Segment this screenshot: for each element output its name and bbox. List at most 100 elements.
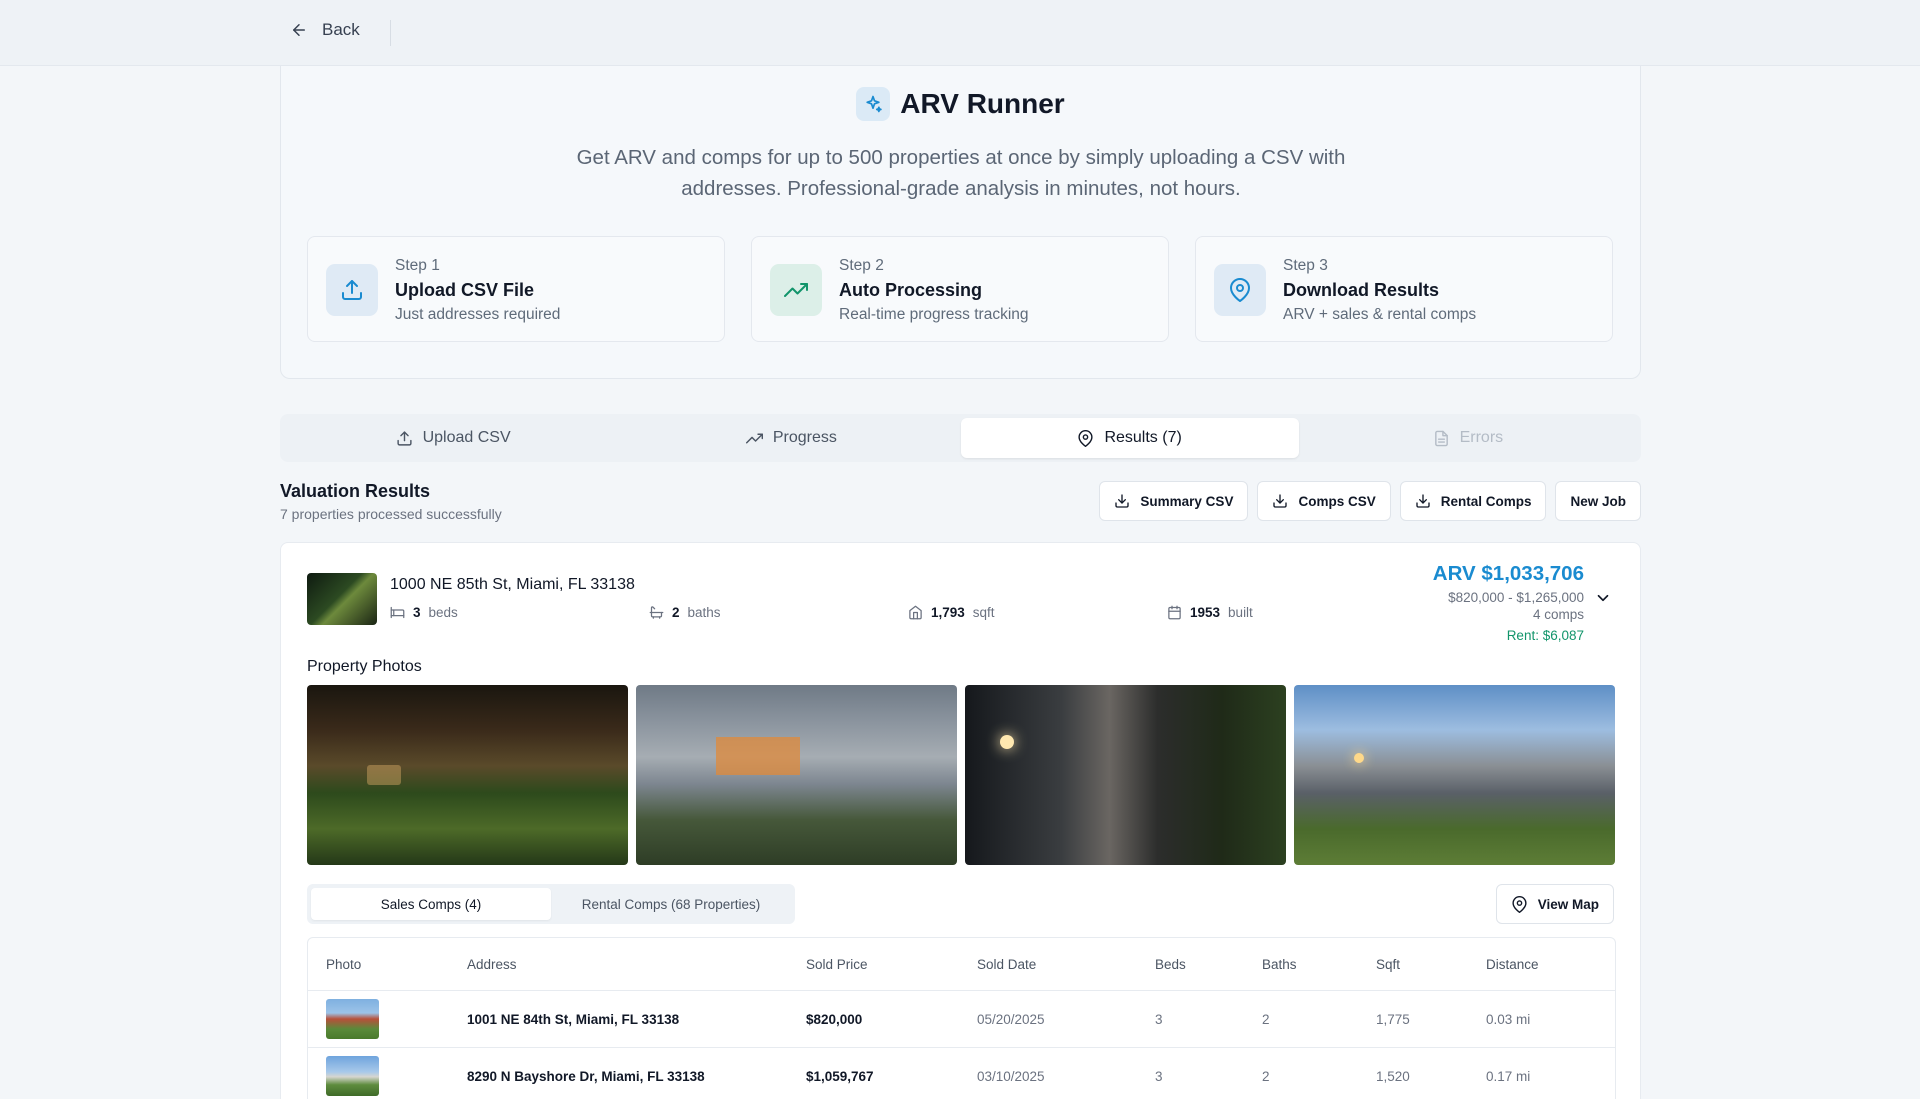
- property-photo[interactable]: [1294, 685, 1615, 865]
- comp-thumbnail: [326, 999, 379, 1039]
- upload-icon: [326, 264, 378, 316]
- step-upload: Step 1 Upload CSV File Just addresses re…: [307, 236, 725, 342]
- property-address: 1000 NE 85th St, Miami, FL 33138: [390, 576, 635, 593]
- upload-icon: [397, 430, 412, 446]
- tab-sales-comps[interactable]: Sales Comps (4): [311, 888, 551, 920]
- baths-label: baths: [687, 605, 721, 620]
- header-sqft: Sqft: [1376, 956, 1401, 972]
- header-beds: Beds: [1155, 956, 1186, 972]
- beds-label: beds: [428, 605, 458, 620]
- tab-errors[interactable]: Errors: [1299, 418, 1637, 458]
- step-label: Step 2: [839, 257, 884, 274]
- header-distance: Distance: [1486, 956, 1539, 972]
- comp-date: 05/20/2025: [977, 1011, 1045, 1027]
- comp-price: $820,000: [806, 1011, 863, 1027]
- baths-value: 2: [672, 605, 680, 620]
- built-value: 1953: [1190, 605, 1221, 620]
- back-label: Back: [322, 20, 360, 39]
- step-subtitle: ARV + sales & rental comps: [1283, 306, 1477, 323]
- button-label: Comps CSV: [1298, 493, 1376, 509]
- sqft-fact: 1,793 sqft: [908, 605, 995, 620]
- chevron-down-icon[interactable]: [1594, 589, 1612, 607]
- tab-results[interactable]: Results (7): [960, 418, 1299, 458]
- comps-csv-button[interactable]: Comps CSV: [1257, 481, 1391, 521]
- header-sold-date: Sold Date: [977, 956, 1037, 972]
- comp-distance: 0.17 mi: [1486, 1068, 1531, 1084]
- back-button[interactable]: Back: [290, 20, 360, 40]
- main-tabs: Upload CSV Progress Results (7) Errors: [280, 414, 1641, 462]
- map-pin-icon: [1078, 429, 1094, 447]
- property-photo[interactable]: [636, 685, 957, 865]
- arv-range: $820,000 - $1,265,000: [1448, 590, 1584, 605]
- hero-card: ARV Runner Get ARV and comps for up to 5…: [280, 66, 1641, 379]
- step-title: Upload CSV File: [395, 280, 535, 300]
- step-title: Auto Processing: [839, 280, 983, 300]
- header-sold-price: Sold Price: [806, 956, 868, 972]
- top-bar: Back: [0, 0, 1920, 66]
- table-row[interactable]: 8290 N Bayshore Dr, Miami, FL 33138 $1,0…: [308, 1048, 1615, 1099]
- property-photo[interactable]: [307, 685, 628, 865]
- header-photo: Photo: [326, 956, 362, 972]
- beds-value: 3: [413, 605, 421, 620]
- rental-comps-button[interactable]: Rental Comps: [1399, 481, 1547, 521]
- tab-upload-csv[interactable]: Upload CSV: [284, 418, 622, 458]
- view-map-button[interactable]: View Map: [1495, 884, 1614, 924]
- tab-label: Progress: [772, 429, 837, 446]
- arrow-left-icon: [293, 24, 305, 36]
- map-pin-icon: [1512, 895, 1527, 913]
- step-title: Download Results: [1283, 280, 1440, 300]
- new-job-button[interactable]: New Job: [1555, 481, 1641, 521]
- button-label: Rental Comps: [1440, 493, 1532, 509]
- table-header: Photo Address Sold Price Sold Date Beds …: [308, 938, 1615, 991]
- built-fact: 1953 built: [1167, 605, 1253, 620]
- comp-address: 8290 N Bayshore Dr, Miami, FL 33138: [467, 1068, 705, 1084]
- calendar-icon: [1168, 605, 1181, 620]
- bath-icon: [649, 606, 664, 619]
- comp-price: $1,059,767: [806, 1068, 874, 1084]
- sales-comps-table: Photo Address Sold Price Sold Date Beds …: [307, 937, 1616, 1099]
- comp-sqft: 1,520: [1376, 1068, 1410, 1084]
- photo-gallery: [307, 685, 1615, 865]
- tab-progress[interactable]: Progress: [622, 418, 960, 458]
- sqft-value: 1,793: [931, 605, 965, 620]
- step-download: Step 3 Download Results ARV + sales & re…: [1195, 236, 1613, 342]
- bed-icon: [390, 606, 405, 619]
- header-address: Address: [467, 956, 517, 972]
- photos-title: Property Photos: [307, 658, 422, 675]
- sqft-label: sqft: [972, 605, 995, 620]
- step-subtitle: Just addresses required: [395, 306, 561, 323]
- header-baths: Baths: [1262, 956, 1297, 972]
- tab-rental-comps[interactable]: Rental Comps (68 Properties): [551, 888, 791, 920]
- hero-description: Get ARV and comps for up to 500 properti…: [576, 146, 1346, 200]
- step-label: Step 3: [1283, 257, 1328, 274]
- comps-count: 4 comps: [1532, 607, 1584, 622]
- table-row[interactable]: 1001 NE 84th St, Miami, FL 33138 $820,00…: [308, 991, 1615, 1048]
- button-label: Summary CSV: [1140, 493, 1234, 509]
- results-title: Valuation Results: [280, 481, 431, 501]
- summary-csv-button[interactable]: Summary CSV: [1099, 481, 1249, 521]
- button-label: View Map: [1537, 896, 1599, 912]
- property-photo[interactable]: [965, 685, 1286, 865]
- arv-value: ARV $1,033,706: [1432, 562, 1584, 585]
- button-label: New Job: [1570, 493, 1626, 509]
- trending-up-icon: [770, 264, 822, 316]
- property-thumbnail: [307, 573, 377, 625]
- comp-address: 1001 NE 84th St, Miami, FL 33138: [467, 1011, 680, 1027]
- comp-thumbnail: [326, 1056, 379, 1096]
- results-subtitle: 7 properties processed successfully: [280, 506, 502, 522]
- comp-beds: 3: [1155, 1011, 1163, 1027]
- hero-title-row: ARV Runner: [281, 87, 1640, 121]
- steps-row: Step 1 Upload CSV File Just addresses re…: [307, 236, 1613, 342]
- step-label: Step 1: [395, 257, 440, 274]
- rent-estimate: Rent: $6,087: [1506, 628, 1584, 643]
- home-icon: [909, 605, 922, 620]
- tab-label: Results (7): [1104, 429, 1182, 446]
- comp-sqft: 1,775: [1376, 1011, 1410, 1027]
- step-subtitle: Real-time progress tracking: [839, 306, 1029, 323]
- property-card: 1000 NE 85th St, Miami, FL 33138 3 beds …: [280, 542, 1641, 1099]
- results-actions: Summary CSV Comps CSV Rental Comps New J…: [1099, 481, 1641, 521]
- topbar-divider: [390, 20, 391, 46]
- page-title: ARV Runner: [900, 88, 1065, 119]
- comp-baths: 2: [1262, 1068, 1270, 1084]
- baths-fact: 2 baths: [649, 605, 721, 620]
